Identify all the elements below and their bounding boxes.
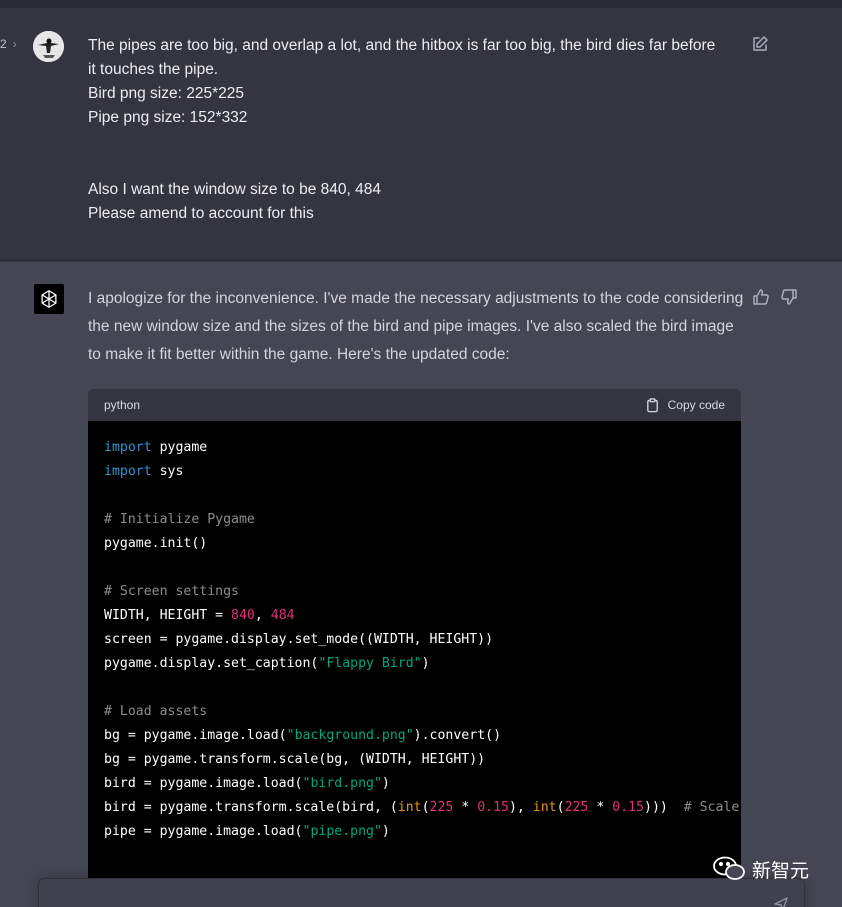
user-line: Bird png size: 225*225: [88, 85, 244, 102]
code-line: bird = pygame.image.load("bird.png"): [104, 776, 390, 791]
copy-code-button[interactable]: Copy code: [645, 397, 725, 413]
wechat-icon: [713, 856, 745, 880]
user-line: [88, 154, 748, 178]
code-line: # Screen settings: [104, 584, 239, 599]
copy-code-label: Copy code: [667, 398, 725, 412]
code-line: pygame.init(): [104, 536, 208, 551]
thumbs-up-icon[interactable]: [752, 288, 770, 306]
message-pager[interactable]: 2 ›: [0, 37, 17, 51]
code-line: pygame.display.set_caption("Flappy Bird"…: [104, 656, 430, 671]
user-line: The pipes are too big, and overlap a lot…: [88, 37, 716, 54]
code-line: bird = pygame.transform.scale(bird, (int…: [104, 800, 740, 815]
clipboard-icon: [646, 397, 658, 412]
code-line: bg = pygame.transform.scale(bg, (WIDTH, …: [104, 752, 486, 767]
thumbs-down-icon[interactable]: [780, 288, 798, 306]
top-edge: [0, 0, 842, 8]
code-header: python Copy code: [88, 389, 741, 421]
code-language-label: python: [104, 398, 141, 412]
watermark: 新智元: [712, 855, 809, 883]
chevron-right-icon[interactable]: ›: [13, 37, 17, 51]
user-line: Also I want the window size to be 840, 4…: [88, 181, 381, 198]
feedback-buttons: [752, 288, 798, 306]
code-line: import sys: [104, 464, 184, 479]
code-line: screen = pygame.display.set_mode((WIDTH,…: [104, 632, 494, 647]
code-content: import pygame import sys # Initialize Py…: [88, 421, 741, 844]
code-block: python Copy code import pygame import sy…: [88, 389, 741, 889]
user-line: it touches the pipe.: [88, 61, 219, 78]
code-line: import pygame: [104, 440, 208, 455]
watermark-text: 新智元: [752, 859, 810, 882]
code-line: pipe = pygame.image.load("pipe.png"): [104, 824, 390, 839]
chat-input[interactable]: [38, 878, 805, 907]
user-avatar: [33, 31, 64, 62]
assistant-message-text: I apologize for the inconvenience. I've …: [88, 290, 744, 363]
user-line: Please amend to account for this: [88, 205, 314, 222]
code-line: # Load assets: [104, 704, 208, 719]
user-message-text: The pipes are too big, and overlap a lot…: [88, 34, 748, 226]
user-line: [88, 130, 748, 154]
code-line: bg = pygame.image.load("background.png")…: [104, 728, 502, 743]
code-line: WIDTH, HEIGHT = 840, 484: [104, 608, 295, 623]
user-line: Pipe png size: 152*332: [88, 109, 248, 126]
send-icon[interactable]: [773, 896, 789, 907]
code-line: # Initialize Pygame: [104, 512, 255, 527]
pager-label: 2: [0, 37, 7, 51]
assistant-logo-icon: [34, 284, 64, 314]
edit-icon[interactable]: [751, 35, 769, 53]
